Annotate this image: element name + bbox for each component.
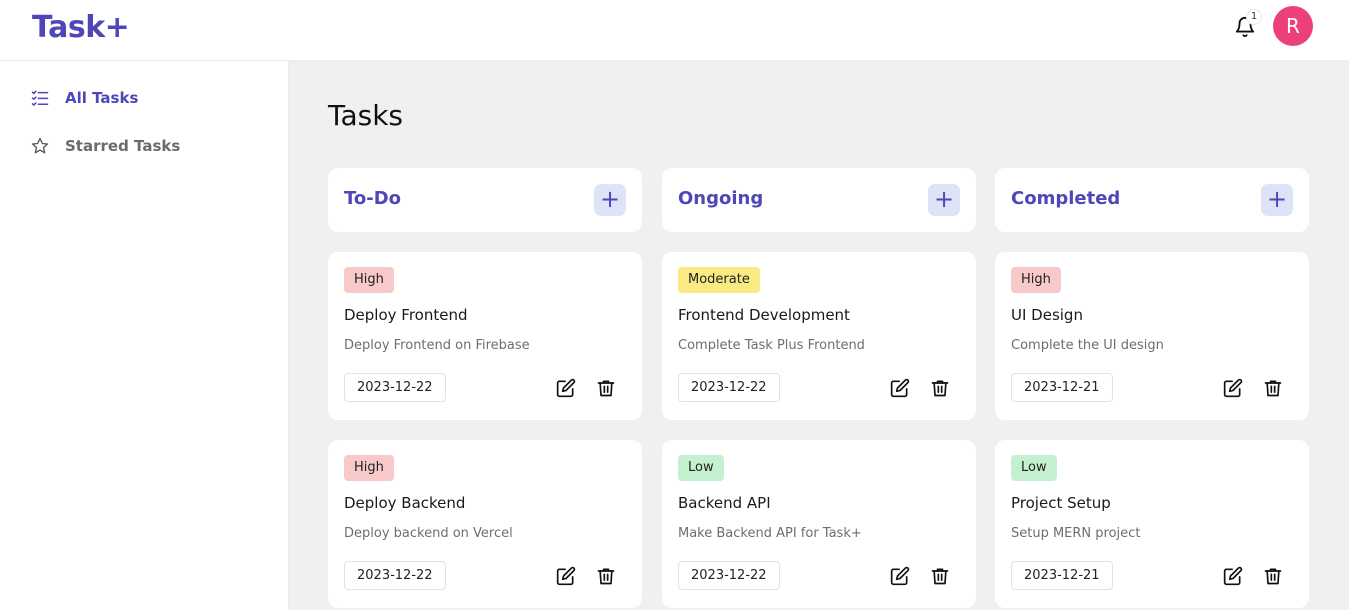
priority-badge: Moderate bbox=[678, 267, 760, 293]
page-title: Tasks bbox=[328, 99, 404, 132]
edit-icon[interactable] bbox=[556, 566, 576, 586]
edit-icon[interactable] bbox=[1223, 378, 1243, 398]
task-card[interactable]: High UI Design Complete the UI design 20… bbox=[995, 252, 1309, 420]
priority-badge: High bbox=[344, 455, 394, 481]
edit-icon[interactable] bbox=[890, 566, 910, 586]
task-description: Make Backend API for Task+ bbox=[678, 526, 862, 541]
priority-badge: Low bbox=[1011, 455, 1057, 481]
task-due-date: 2023-12-22 bbox=[344, 561, 446, 590]
trash-icon[interactable] bbox=[1263, 566, 1283, 586]
task-title: Backend API bbox=[678, 494, 771, 512]
task-due-date: 2023-12-21 bbox=[1011, 373, 1113, 402]
task-card[interactable]: High Deploy Backend Deploy backend on Ve… bbox=[328, 440, 642, 608]
edit-icon[interactable] bbox=[556, 378, 576, 398]
task-card[interactable]: High Deploy Frontend Deploy Frontend on … bbox=[328, 252, 642, 420]
task-description: Complete Task Plus Frontend bbox=[678, 338, 865, 353]
task-title: UI Design bbox=[1011, 306, 1083, 324]
column-header-completed: Completed + bbox=[995, 168, 1309, 232]
column-header-todo: To-Do + bbox=[328, 168, 642, 232]
add-task-button[interactable]: + bbox=[928, 184, 960, 216]
column-title: Ongoing bbox=[678, 188, 764, 209]
sidebar-item-label: Starred Tasks bbox=[65, 137, 181, 155]
sidebar-item-starred-tasks[interactable]: Starred Tasks bbox=[30, 131, 180, 161]
task-title: Project Setup bbox=[1011, 494, 1111, 512]
priority-badge: Low bbox=[678, 455, 724, 481]
main-content: Tasks To-Do + Ongoing + Completed + High… bbox=[289, 61, 1349, 610]
column-header-ongoing: Ongoing + bbox=[662, 168, 976, 232]
task-description: Setup MERN project bbox=[1011, 526, 1141, 541]
edit-icon[interactable] bbox=[1223, 566, 1243, 586]
priority-badge: High bbox=[344, 267, 394, 293]
task-card[interactable]: Low Project Setup Setup MERN project 202… bbox=[995, 440, 1309, 608]
task-description: Complete the UI design bbox=[1011, 338, 1164, 353]
trash-icon[interactable] bbox=[596, 566, 616, 586]
trash-icon[interactable] bbox=[930, 378, 950, 398]
notification-count-badge: 1 bbox=[1246, 9, 1262, 25]
trash-icon[interactable] bbox=[596, 378, 616, 398]
task-description: Deploy backend on Vercel bbox=[344, 526, 513, 541]
sidebar: All Tasks Starred Tasks bbox=[0, 61, 289, 610]
user-avatar[interactable]: R bbox=[1273, 6, 1313, 46]
task-card[interactable]: Moderate Frontend Development Complete T… bbox=[662, 252, 976, 420]
task-due-date: 2023-12-22 bbox=[344, 373, 446, 402]
sidebar-item-all-tasks[interactable]: All Tasks bbox=[30, 83, 138, 113]
checklist-icon bbox=[31, 90, 49, 106]
task-due-date: 2023-12-22 bbox=[678, 373, 780, 402]
add-task-button[interactable]: + bbox=[1261, 184, 1293, 216]
add-task-button[interactable]: + bbox=[594, 184, 626, 216]
column-title: To-Do bbox=[344, 188, 402, 209]
task-description: Deploy Frontend on Firebase bbox=[344, 338, 530, 353]
star-icon bbox=[31, 137, 49, 154]
sidebar-item-label: All Tasks bbox=[65, 89, 139, 107]
column-title: Completed bbox=[1011, 188, 1121, 209]
trash-icon[interactable] bbox=[1263, 378, 1283, 398]
priority-badge: High bbox=[1011, 267, 1061, 293]
top-bar: Task+ 1 R bbox=[0, 0, 1349, 61]
task-due-date: 2023-12-22 bbox=[678, 561, 780, 590]
task-due-date: 2023-12-21 bbox=[1011, 561, 1113, 590]
task-title: Deploy Backend bbox=[344, 494, 466, 512]
trash-icon[interactable] bbox=[930, 566, 950, 586]
task-title: Deploy Frontend bbox=[344, 306, 468, 324]
task-title: Frontend Development bbox=[678, 306, 850, 324]
edit-icon[interactable] bbox=[890, 378, 910, 398]
app-logo[interactable]: Task+ bbox=[32, 10, 130, 45]
task-card[interactable]: Low Backend API Make Backend API for Tas… bbox=[662, 440, 976, 608]
